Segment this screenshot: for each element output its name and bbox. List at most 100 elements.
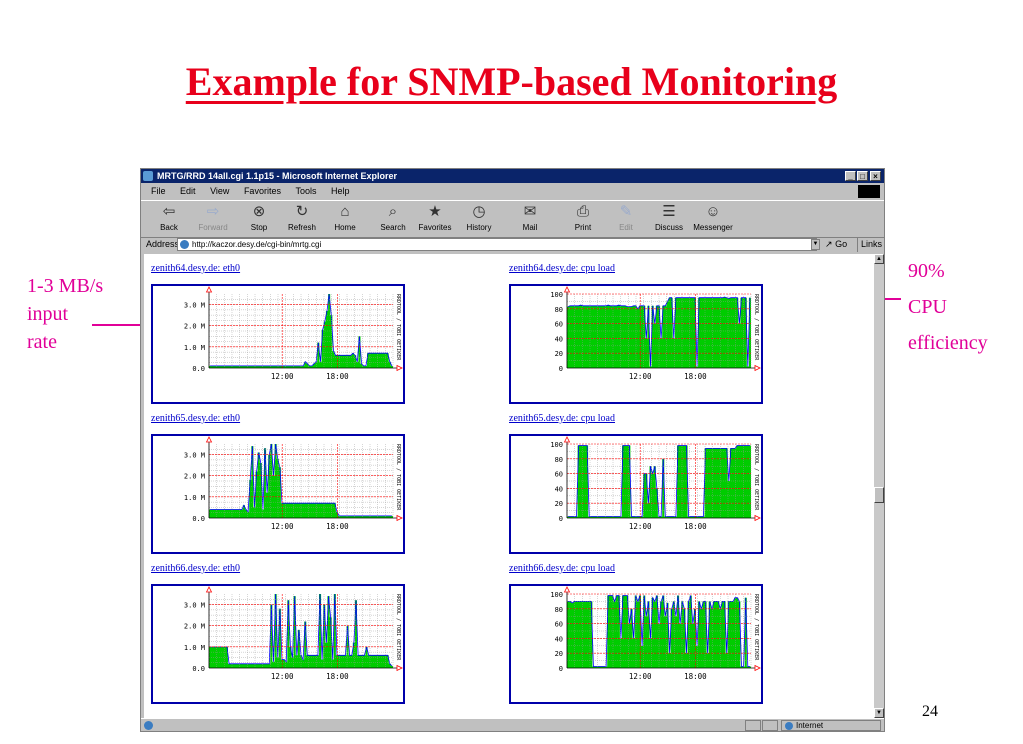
links-button[interactable]: Links (857, 237, 882, 252)
address-dropdown-icon[interactable]: ▼ (811, 239, 820, 250)
browser-window: MRTG/RRD 14all.cgi 1.1p15 - Microsoft In… (140, 168, 885, 732)
messenger-button[interactable]: ☺ Messenger (691, 203, 735, 232)
x-axis-arrow-icon (396, 514, 403, 522)
x-tick-label: 12:00 (629, 372, 652, 381)
mail-button[interactable]: ✉ Mail (508, 203, 552, 232)
annotation-line: rate (27, 331, 57, 353)
status-cell (745, 720, 761, 731)
y-tick-label: 0 (559, 665, 563, 673)
forward-button[interactable]: ⇨ Forward (191, 203, 235, 232)
print-button[interactable]: ⎙ Print (561, 203, 605, 232)
y-tick-label: 80 (555, 606, 563, 614)
x-tick-label: 12:00 (629, 522, 652, 531)
x-axis-arrow-icon (754, 664, 761, 672)
x-tick-label: 12:00 (271, 522, 294, 531)
annotation-line: efficiency (908, 332, 988, 354)
favorites-icon: ★ (428, 203, 442, 220)
minimize-button[interactable]: _ (845, 171, 856, 181)
y-tick-label: 3.0 M (184, 302, 205, 310)
x-tick-label: 12:00 (271, 672, 294, 681)
back-icon: ⇦ (162, 203, 176, 220)
rrdtool-credit-label: RRDTOOL / TOBI OETIKER (395, 444, 401, 511)
x-axis-arrow-icon (396, 664, 403, 672)
graph-link[interactable]: zenith66.desy.de: cpu load (509, 563, 615, 574)
y-tick-label: 3.0 M (184, 602, 205, 610)
graph-link[interactable]: zenith65.desy.de: eth0 (151, 413, 240, 424)
go-button[interactable]: ↗ Go (825, 237, 847, 252)
y-axis-arrow-icon (563, 286, 571, 293)
y-tick-label: 60 (555, 621, 563, 629)
y-tick-label: 1.0 M (184, 344, 205, 352)
graph-link[interactable]: zenith66.desy.de: eth0 (151, 563, 240, 574)
y-tick-label: 60 (555, 321, 563, 329)
graph-panel: 100 80 60 40 20 0 12:00 18:00 RRDTOOL / TOBI OET… (509, 434, 763, 554)
y-tick-label: 0.0 (192, 515, 205, 523)
menu-favorites[interactable]: Favorites (244, 186, 281, 196)
y-tick-label: 60 (555, 471, 563, 479)
globe-icon (785, 722, 793, 730)
discuss-icon: ☰ (662, 203, 676, 220)
x-tick-label: 18:00 (684, 372, 707, 381)
title-bar[interactable]: MRTG/RRD 14all.cgi 1.1p15 - Microsoft In… (141, 169, 884, 183)
vertical-scrollbar[interactable]: ▲ ▼ (874, 254, 884, 718)
y-axis-arrow-icon (563, 436, 571, 443)
x-tick-label: 18:00 (684, 672, 707, 681)
window-title: MRTG/RRD 14all.cgi 1.1p15 - Microsoft In… (157, 171, 398, 181)
maximize-button[interactable]: □ (857, 171, 868, 181)
edit-button[interactable]: ✎ Edit (604, 203, 648, 232)
y-tick-label: 40 (555, 485, 563, 493)
discuss-button[interactable]: ☰ Discuss (647, 203, 691, 232)
y-tick-label: 0 (559, 515, 563, 523)
stop-icon: ⊗ (252, 203, 266, 220)
status-bar: Internet (141, 718, 884, 731)
search-button[interactable]: ⌕ Search (371, 203, 415, 232)
page-icon (180, 240, 189, 249)
close-button[interactable]: × (870, 171, 881, 181)
x-tick-label: 12:00 (271, 372, 294, 381)
y-axis-arrow-icon (205, 586, 213, 593)
x-tick-label: 18:00 (326, 522, 349, 531)
slide-title: Example for SNMP-based Monitoring (185, 59, 838, 104)
scroll-thumb[interactable] (874, 487, 884, 503)
menu-help[interactable]: Help (331, 186, 350, 196)
menu-file[interactable]: File (151, 186, 166, 196)
annotation-line: 1-3 MB/s (27, 275, 104, 297)
menu-edit[interactable]: Edit (180, 186, 196, 196)
edit-icon: ✎ (619, 203, 633, 220)
rrdtool-credit-label: RRDTOOL / TOBI OETIKER (753, 594, 759, 661)
y-tick-label: 40 (555, 335, 563, 343)
y-tick-label: 80 (555, 456, 563, 464)
status-cell (762, 720, 778, 731)
rrdtool-credit-label: RRDTOOL / TOBI OETIKER (753, 444, 759, 511)
rrd-graph: 3.0 M 2.0 M 1.0 M 0.0 12:00 18:00 RRDTOOL / TO… (184, 286, 403, 381)
menu-view[interactable]: View (210, 186, 229, 196)
y-tick-label: 100 (550, 591, 563, 599)
history-icon: ◷ (472, 203, 486, 220)
annotation-line: CPU (908, 296, 947, 318)
refresh-button[interactable]: ↻ Refresh (280, 203, 324, 232)
address-input[interactable]: http://kaczor.desy.de/cgi-bin/mrtg.cgi (177, 238, 817, 251)
home-button[interactable]: ⌂ Home (323, 203, 367, 232)
annotation-line: 90% (908, 260, 945, 282)
refresh-icon: ↻ (295, 203, 309, 220)
graph-link[interactable]: zenith64.desy.de: cpu load (509, 263, 615, 274)
y-tick-label: 20 (555, 650, 563, 658)
graph-link[interactable]: zenith65.desy.de: cpu load (509, 413, 615, 424)
rrdtool-credit-label: RRDTOOL / TOBI OETIKER (395, 594, 401, 661)
rrd-graph: 3.0 M 2.0 M 1.0 M 0.0 12:00 18:00 RRDTOOL / TO… (184, 436, 403, 531)
graph-link[interactable]: zenith64.desy.de: eth0 (151, 263, 240, 274)
menu-tools[interactable]: Tools (295, 186, 316, 196)
y-tick-label: 2.0 M (184, 323, 205, 331)
favorites-button[interactable]: ★ Favorites (413, 203, 457, 232)
stop-button[interactable]: ⊗ Stop (237, 203, 281, 232)
go-arrow-icon: ↗ (825, 239, 833, 249)
scroll-up-icon[interactable]: ▲ (874, 254, 884, 264)
y-tick-label: 2.0 M (184, 473, 205, 481)
graph-panel: 100 80 60 40 20 0 12:00 18:00 RRDTOOL / TOBI OET… (509, 284, 763, 404)
rrd-graph: 100 80 60 40 20 0 12:00 18:00 RRDTOOL / TOBI OET… (550, 436, 761, 531)
back-button[interactable]: ⇦ Back (147, 203, 191, 232)
history-button[interactable]: ◷ History (457, 203, 501, 232)
rrd-graph: 100 80 60 40 20 0 12:00 18:00 RRDTOOL / TOBI OET… (550, 286, 761, 381)
graph-panel: 100 80 60 40 20 0 12:00 18:00 RRDTOOL / TOBI OET… (509, 584, 763, 704)
scroll-down-icon[interactable]: ▼ (874, 708, 884, 718)
